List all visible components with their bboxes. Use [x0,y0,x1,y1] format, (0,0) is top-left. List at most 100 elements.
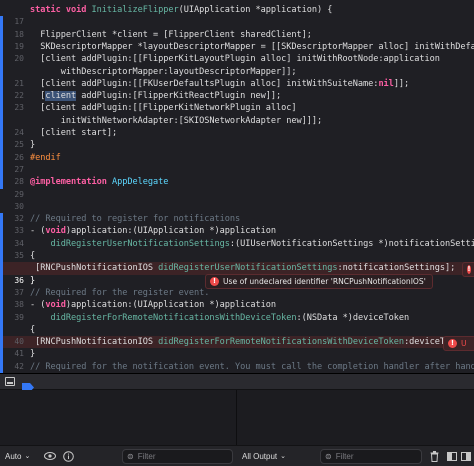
code-line[interactable]: 38 - (void)application:(UIApplication *)a… [0,299,474,312]
code-text[interactable]: didRegisterForRemoteNotificationsWithDev… [30,312,410,324]
code-line[interactable]: 32 // Required to register for notificati… [0,213,474,226]
line-number: 33 [14,226,24,236]
line-number: 27 [14,164,24,174]
filter-left-field[interactable]: ⊜ Filter [122,449,233,464]
code-text[interactable]: } [30,275,35,287]
filter-icon: ⊜ [325,452,332,461]
code-line[interactable]: 23 [client addPlugin:[[FlipperKitNetwork… [0,102,474,116]
code-text[interactable]: [client addPlugin:[[FKUserDefaultsPlugin… [30,78,409,90]
code-line[interactable]: withDescriptorMapper:layoutDescriptorMap… [0,65,474,79]
line-number: 22 [14,91,24,101]
code-line[interactable]: 17 [0,16,474,30]
error-message: Use of undeclared identifier 'RNCPushNot… [223,277,426,287]
code-text[interactable]: didRegisterUserNotificationSettings:(UIU… [30,238,474,250]
debug-console[interactable] [0,390,474,445]
code-line[interactable]: [RNCPushNotificationIOS didRegisterUserN… [0,262,474,276]
line-number: 39 [14,312,24,322]
output-select-label: All Output [242,451,278,461]
line-number: 40 [14,337,24,347]
info-icon[interactable] [63,446,74,466]
split-left-icon[interactable] [447,446,457,466]
line-number: 19 [14,41,24,51]
code-text[interactable]: static void InitializeFlipper(UIApplicat… [30,4,332,16]
line-number: 28 [14,177,24,187]
debug-bar [0,374,474,392]
inline-error-badge[interactable]: ! [462,262,474,278]
code-line[interactable]: initWithNetworkAdapter:[SKIOSNetworkAdap… [0,114,474,128]
code-line[interactable]: 29 [0,189,474,201]
filter-icon: ⊜ [127,452,134,461]
code-line[interactable]: 20 [client addPlugin:[[FlipperKitLayoutP… [0,53,474,66]
code-line[interactable]: 40 [RNCPushNotificationIOS didRegisterFo… [0,336,474,349]
code-text[interactable]: [client start]; [30,127,117,139]
code-line[interactable]: 25} [0,139,474,153]
code-text[interactable]: withDescriptorMapper:layoutDescriptorMap… [30,66,297,78]
split-right-icon[interactable] [461,446,471,466]
eye-icon[interactable] [44,446,56,466]
code-line[interactable]: 35 { [0,250,474,263]
code-text[interactable]: FlipperClient *client = [FlipperClient s… [30,29,312,41]
line-number: 38 [14,300,24,310]
code-text[interactable]: SKDescriptorMapper *layoutDescriptorMapp… [30,41,474,53]
code-line[interactable]: 18 FlipperClient *client = [FlipperClien… [0,28,474,42]
code-text[interactable]: // Required for the register event. [30,287,209,299]
line-number: 24 [14,128,24,137]
code-text[interactable]: } [30,139,35,151]
line-number [0,324,24,336]
code-line[interactable]: 34 didRegisterUserNotificationSettings:(… [0,237,474,251]
code-text[interactable]: initWithNetworkAdapter:[SKIOSNetworkAdap… [30,115,322,127]
output-selector[interactable]: All Output ⌄ [242,446,286,466]
code-line[interactable]: 28 @implementation AppDelegate [0,176,474,189]
breakpoints-toggle-icon[interactable] [22,377,34,392]
trash-icon[interactable] [430,446,439,466]
line-number: 21 [14,78,24,88]
hide-debug-area-icon[interactable] [5,377,15,386]
line-number [0,4,24,16]
error-icon: ! [467,265,471,275]
code-line[interactable]: 19 SKDescriptorMapper *layoutDescriptorM… [0,40,474,54]
code-text[interactable]: // Required to register for notification… [30,213,240,225]
code-line[interactable]: 41} [0,348,474,362]
inline-error-badge[interactable]: ! U [443,336,474,352]
code-line[interactable]: 22 [client addPlugin:[FlipperKitReactPlu… [0,90,474,103]
line-number: 29 [14,189,24,199]
code-text[interactable]: } [30,348,35,360]
code-line[interactable]: { [0,323,474,337]
code-text[interactable]: [RNCPushNotificationIOS didRegisterUserN… [30,262,455,274]
code-text[interactable]: #endif [30,152,61,164]
line-number: 42 [14,361,24,371]
scope-label: Auto [5,451,22,461]
line-number: 35 [14,251,24,260]
code-editor[interactable]: static void InitializeFlipper(UIApplicat… [0,0,474,373]
line-number: 18 [14,29,24,39]
scope-selector[interactable]: Auto ⌄ [5,446,30,466]
code-line[interactable]: 21 [client addPlugin:[[FKUserDefaultsPlu… [0,77,474,91]
code-text[interactable]: @implementation AppDelegate [30,176,168,188]
code-text[interactable]: { [30,250,35,262]
code-text[interactable]: - (void)application:(UIApplication *)app… [30,299,276,311]
code-line[interactable]: 26 #endif [0,151,474,165]
code-line[interactable]: static void InitializeFlipper(UIApplicat… [0,4,474,16]
code-text[interactable]: [client addPlugin:[[FlipperKitNetworkPlu… [30,102,296,114]
line-number: 20 [14,54,24,64]
line-number: 25 [14,140,24,150]
line-number: 17 [14,17,24,27]
code-text[interactable]: [client addPlugin:[FlipperKitReactPlugin… [30,90,281,102]
code-text[interactable]: // Required for the notification event. … [30,361,474,373]
code-line[interactable]: 42 // Required for the notification event… [0,360,474,373]
line-number: 41 [14,349,24,359]
code-line[interactable]: 24 [client start]; [0,127,474,140]
code-text[interactable]: - (void)application:(UIApplication *)app… [30,225,276,237]
code-line[interactable]: 30 [0,201,474,213]
code-text[interactable]: [client addPlugin:[[FlipperKitLayoutPlug… [30,53,440,65]
code-line[interactable]: 27 [0,163,474,177]
error-tooltip[interactable]: ! Use of undeclared identifier 'RNCPushNo… [205,274,433,290]
code-line[interactable]: 33 - (void)application:(UIApplication *)a… [0,225,474,239]
filter-right-field[interactable]: ⊜ Filter [320,449,422,464]
filter-right-placeholder: Filter [335,452,354,461]
chevron-down-icon: ⌄ [280,453,287,460]
code-line[interactable]: 39 didRegisterForRemoteNotificationsWith… [0,311,474,325]
line-number [0,66,24,78]
code-text[interactable]: { [30,324,35,336]
code-text[interactable]: [RNCPushNotificationIOS didRegisterForRe… [30,336,474,348]
